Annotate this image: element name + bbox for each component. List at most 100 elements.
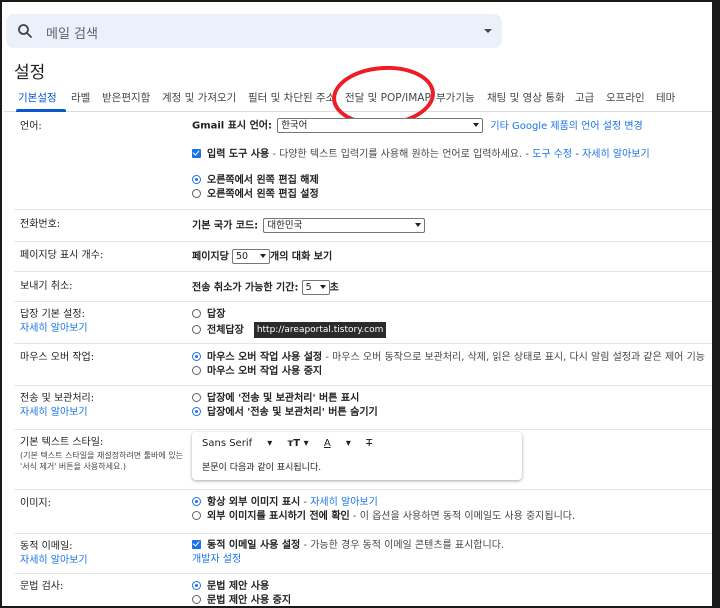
grammar-on-radio[interactable] xyxy=(192,581,201,590)
tab-themes[interactable]: 테마 xyxy=(656,90,675,105)
select-caret-icon xyxy=(473,123,480,127)
grammar-row: 문법 검사: 문법 제안 사용 문법 제안 사용 중지 xyxy=(14,574,714,606)
display-language-select[interactable]: 한국어 xyxy=(277,118,484,133)
undo-send-select[interactable]: 5 xyxy=(301,280,330,295)
undo-send-label: 보내기 취소: xyxy=(20,281,73,292)
other-languages-link[interactable]: 기타 Google 제품의 언어 설정 변경 xyxy=(490,121,642,132)
text-style-label-text: 기본 텍스트 스타일: xyxy=(20,437,104,448)
remove-formatting-icon[interactable]: T xyxy=(366,438,372,449)
search-bar[interactable]: 메일 검색 xyxy=(6,14,502,48)
text-style-label: 기본 텍스트 스타일: (기본 텍스트 스타일을 재설정하려면 툴바에 있는 '… xyxy=(20,436,188,472)
page-size-prefix: 페이지당 xyxy=(192,251,229,263)
search-icon[interactable] xyxy=(16,22,34,40)
window-border xyxy=(712,0,720,608)
dynamic-email-row: 동적 이메일: 자세히 알아보기 동적 이메일 사용 설정 - 가능한 경우 동… xyxy=(14,534,714,574)
reply-label-text: 답장 기본 설정: xyxy=(20,309,85,320)
font-size-icon[interactable]: тT ▾ xyxy=(288,438,309,449)
hover-enable-desc: - 마우스 오버 동작으로 보관처리, 삭제, 읽은 상태로 표시, 다시 알림… xyxy=(322,352,705,363)
tab-chat-meet[interactable]: 채팅 및 영상 통화 xyxy=(487,90,565,105)
images-always-label: 항상 외부 이미지 표시 xyxy=(207,497,301,508)
hover-enable-radio[interactable] xyxy=(192,352,201,361)
send-archive-show-radio[interactable] xyxy=(192,393,201,402)
display-language-value: 한국어 xyxy=(281,120,308,131)
reply-label: 답장 기본 설정: 자세히 알아보기 xyxy=(20,308,88,336)
phone-label: 전화번호: xyxy=(20,219,61,230)
images-always-radio[interactable] xyxy=(192,497,201,506)
country-code-label: 기본 국가 코드: xyxy=(192,220,259,232)
hover-disable-radio[interactable] xyxy=(192,366,201,375)
tab-offline[interactable]: 오프라인 xyxy=(606,90,645,105)
display-language-label: Gmail 표시 언어: xyxy=(192,120,272,132)
grammar-off-radio[interactable] xyxy=(192,595,201,604)
images-learn-more[interactable]: 자세히 알아보기 xyxy=(310,497,378,508)
rtl-off-label: 오른쪽에서 왼쪽 편집 해제 xyxy=(207,175,319,186)
top-bar: 메일 검색 xyxy=(4,4,712,50)
images-ask-desc: - 이 옵션을 사용하면 동적 이메일도 사용 중지됩니다. xyxy=(349,511,576,522)
watermark-url: http://areaportal.tistory.com xyxy=(253,322,387,338)
grammar-off-label: 문법 제안 사용 중지 xyxy=(207,595,292,606)
page-size-row: 페이지당 표시 개수: 페이지당 50 개의 대화 보기 xyxy=(14,242,714,272)
send-archive-label-text: 전송 및 보관처리: xyxy=(20,393,95,404)
tab-labels[interactable]: 라벨 xyxy=(71,90,90,105)
rtl-on-radio[interactable] xyxy=(192,189,201,198)
dynamic-email-check-label: 동적 이메일 사용 설정 xyxy=(207,540,301,551)
developer-settings-link[interactable]: 개발자 설정 xyxy=(192,553,241,567)
tab-inbox[interactable]: 받은편지함 xyxy=(102,90,150,105)
input-tools-learn-more[interactable]: 자세히 알아보기 xyxy=(582,149,650,160)
page-size-select[interactable]: 50 xyxy=(232,249,270,264)
format-toolbar: Sans Serif ▾ тT ▾ A ▾ T xyxy=(202,438,384,449)
send-archive-label: 전송 및 보관처리: 자세히 알아보기 xyxy=(20,392,94,420)
tab-addons[interactable]: 부가기능 xyxy=(436,90,475,105)
input-tools-label: 입력 도구 사용 xyxy=(207,149,270,160)
images-separator: - xyxy=(300,497,311,508)
select-caret-icon xyxy=(319,285,326,289)
reply-learn-more[interactable]: 자세히 알아보기 xyxy=(20,322,88,336)
text-color-icon[interactable]: A ▾ xyxy=(324,438,351,449)
dynamic-email-label-text: 동적 이메일: xyxy=(20,541,73,552)
dynamic-email-learn-more[interactable]: 자세히 알아보기 xyxy=(20,554,88,568)
settings-window: 메일 검색 설정 기본설정 라벨 받은편지함 계정 및 가져오기 필터 및 차단… xyxy=(0,0,720,608)
reply-option-label: 답장 xyxy=(207,309,226,320)
text-style-row: 기본 텍스트 스타일: (기본 텍스트 스타일을 재설정하려면 툴바에 있는 '… xyxy=(14,430,714,490)
country-code-value: 대한민국 xyxy=(267,220,303,231)
input-tools-checkbox[interactable] xyxy=(192,149,201,158)
hover-actions-label: 마우스 오버 작업: xyxy=(20,352,95,363)
language-label: 언어: xyxy=(20,121,42,132)
page-size-suffix: 개의 대화 보기 xyxy=(270,251,333,263)
reply-radio[interactable] xyxy=(192,309,201,318)
hover-actions-row: 마우스 오버 작업: 마우스 오버 작업 사용 설정 - 마우스 오버 동작으로… xyxy=(14,344,714,386)
tab-advanced[interactable]: 고급 xyxy=(575,90,594,105)
settings-tabs: 기본설정 라벨 받은편지함 계정 및 가져오기 필터 및 차단된 주소 전달 및… xyxy=(4,82,714,112)
images-row: 이미지: 항상 외부 이미지 표시 - 자세히 알아보기 외부 이미지를 표시하… xyxy=(14,490,714,534)
undo-send-value: 5 xyxy=(305,282,312,293)
undo-send-suffix: 초 xyxy=(329,282,339,294)
images-ask-radio[interactable] xyxy=(192,511,201,520)
font-family-dropdown[interactable]: Sans Serif ▾ xyxy=(202,438,272,449)
send-archive-learn-more[interactable]: 자세히 알아보기 xyxy=(20,406,94,420)
rtl-on-label: 오른쪽에서 왼쪽 편집 설정 xyxy=(207,189,319,200)
tab-accounts[interactable]: 계정 및 가져오기 xyxy=(162,90,236,105)
edit-tools-link[interactable]: 도구 수정 xyxy=(532,149,572,160)
select-caret-icon xyxy=(415,223,422,227)
send-archive-hide-radio[interactable] xyxy=(192,407,201,416)
rtl-off-radio[interactable] xyxy=(192,175,201,184)
text-style-preview: 본문이 다음과 같이 표시됩니다. xyxy=(202,463,322,473)
reply-all-option-label: 전체답장 xyxy=(207,325,244,336)
text-style-note: (기본 텍스트 스타일을 재설정하려면 툴바에 있는 '서식 제거' 버튼을 사… xyxy=(20,451,184,471)
grammar-on-label: 문법 제안 사용 xyxy=(207,581,270,592)
reply-row: 답장 기본 설정: 자세히 알아보기 답장 전체답장 http://areapor… xyxy=(14,302,714,344)
tab-filters[interactable]: 필터 및 차단된 주소 xyxy=(248,90,335,105)
language-row: 언어: Gmail 표시 언어: 한국어 기타 Google 제품의 언어 설정… xyxy=(14,114,714,210)
send-archive-hide-label: 답장에서 '전송 및 보관처리' 버튼 숨기기 xyxy=(207,407,378,418)
tab-forwarding-pop-imap[interactable]: 전달 및 POP/IMAP xyxy=(345,90,431,105)
dynamic-email-checkbox[interactable] xyxy=(192,540,201,549)
country-code-select[interactable]: 대한민국 xyxy=(263,218,426,233)
hover-disable-label: 마우스 오버 작업 사용 중지 xyxy=(207,366,323,377)
send-archive-show-label: 답장에 '전송 및 보관처리' 버튼 표시 xyxy=(207,393,360,404)
reply-all-radio[interactable] xyxy=(192,325,201,334)
select-caret-icon xyxy=(260,254,266,258)
dropdown-icon[interactable] xyxy=(482,25,494,37)
page-title: 설정 xyxy=(14,63,46,83)
search-placeholder[interactable]: 메일 검색 xyxy=(46,23,98,42)
tab-general[interactable]: 기본설정 xyxy=(18,90,57,105)
